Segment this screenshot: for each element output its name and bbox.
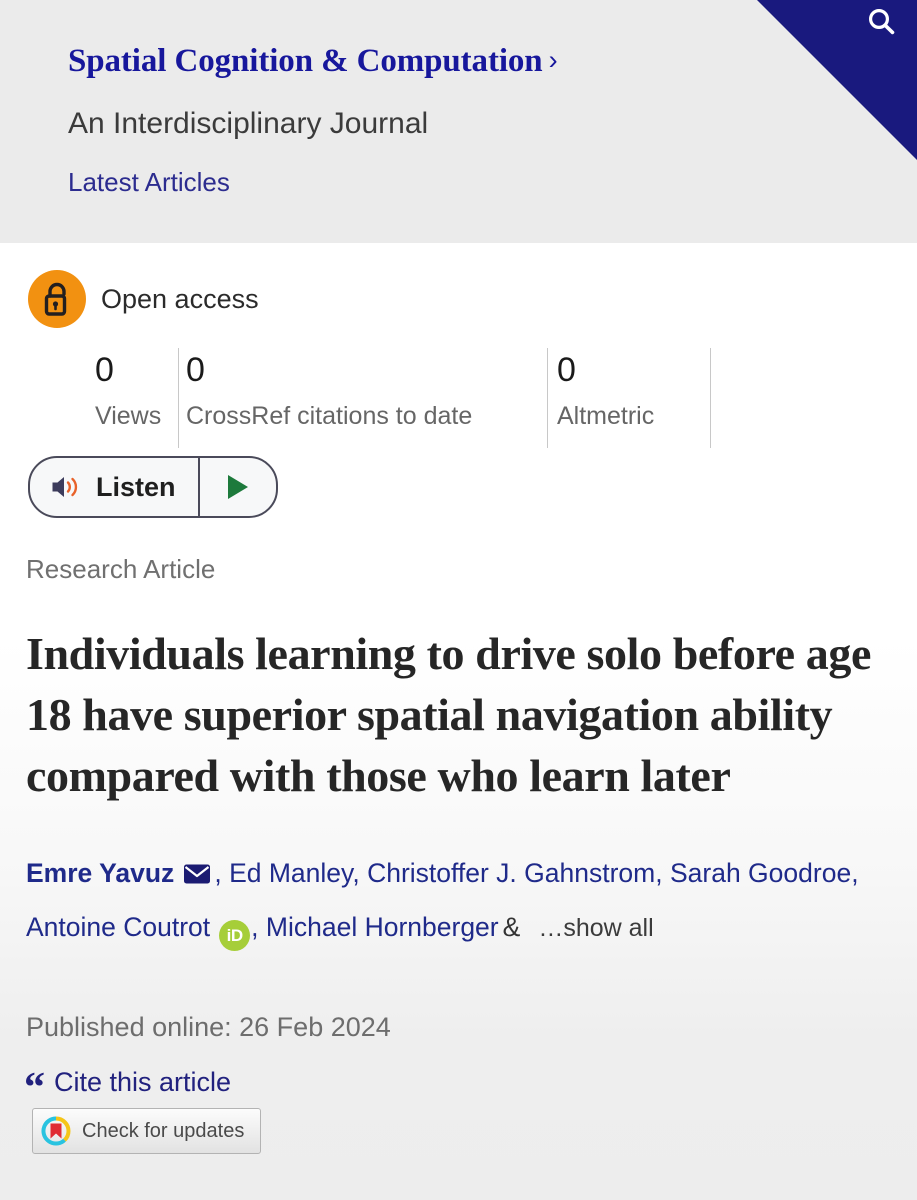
journal-title-link[interactable]: Spatial Cognition & Computation › bbox=[68, 41, 558, 82]
chevron-right-icon: › bbox=[548, 45, 558, 75]
open-access-row: Open access bbox=[28, 270, 259, 328]
journal-subtitle: An Interdisciplinary Journal bbox=[68, 107, 429, 140]
metric-value: 0 bbox=[186, 351, 205, 389]
author-link[interactable]: Sarah Goodroe bbox=[670, 858, 851, 888]
speaker-icon bbox=[52, 477, 78, 497]
metrics-divider bbox=[710, 348, 711, 448]
author-separator: , bbox=[214, 858, 222, 888]
author-link[interactable]: Antoine Coutrot bbox=[26, 912, 210, 942]
search-icon bbox=[869, 9, 895, 35]
author-separator: , bbox=[352, 858, 360, 888]
open-access-label: Open access bbox=[101, 284, 259, 314]
author-separator: , bbox=[851, 858, 859, 888]
author-separator: , bbox=[655, 858, 663, 888]
search-button[interactable] bbox=[757, 0, 917, 160]
author-link[interactable]: Christoffer J. Gahnstrom bbox=[367, 858, 655, 888]
article-type-label: Research Article bbox=[26, 554, 216, 584]
check-for-updates-button[interactable]: Check for updates bbox=[32, 1108, 262, 1154]
metric-value: 0 bbox=[95, 351, 114, 389]
quote-icon: “ bbox=[24, 1065, 45, 1111]
latest-articles-link[interactable]: Latest Articles bbox=[68, 164, 230, 200]
metric-views[interactable]: 0 Views bbox=[95, 348, 161, 448]
cite-label: Cite this article bbox=[54, 1067, 232, 1097]
journal-title-text: Spatial Cognition & Computation bbox=[68, 43, 543, 79]
show-all-authors-link[interactable]: …show all bbox=[538, 914, 653, 942]
author-link[interactable]: Michael Hornberger bbox=[266, 912, 499, 942]
article-landing-page: Spatial Cognition & Computation › An Inte… bbox=[0, 0, 917, 1200]
listen-button[interactable]: Listen bbox=[30, 458, 200, 516]
metric-value: 0 bbox=[557, 351, 576, 389]
journal-header: Spatial Cognition & Computation › An Inte… bbox=[0, 0, 917, 243]
cite-this-article-link[interactable]: “ Cite this article bbox=[24, 1064, 232, 1111]
author-separator: , bbox=[251, 912, 259, 942]
play-icon bbox=[227, 475, 248, 499]
metrics-divider bbox=[178, 348, 179, 448]
metric-altmetric[interactable]: 0 Altmetric bbox=[557, 348, 654, 448]
metrics-divider bbox=[547, 348, 548, 448]
listen-play-button[interactable] bbox=[200, 458, 276, 516]
listen-label: Listen bbox=[96, 472, 176, 502]
author-link[interactable]: Emre Yavuz bbox=[26, 858, 174, 888]
metric-label: Views bbox=[95, 402, 162, 430]
metric-label: Altmetric bbox=[557, 402, 655, 430]
author-ampersand: & bbox=[502, 912, 521, 942]
metric-label: CrossRef citations to date bbox=[186, 402, 473, 430]
author-list: Emre Yavuz, Ed Manley, Christoffer J. Ga… bbox=[26, 846, 906, 955]
open-access-icon bbox=[28, 270, 86, 328]
published-date: Published online: 26 Feb 2024 bbox=[26, 1012, 391, 1042]
check-for-updates-label: Check for updates bbox=[82, 1119, 245, 1142]
article-title: Individuals learning to drive solo befor… bbox=[26, 627, 871, 801]
metric-crossref-citations[interactable]: 0 CrossRef citations to date bbox=[186, 348, 472, 448]
orcid-icon[interactable]: iD bbox=[219, 920, 251, 951]
listen-widget[interactable]: Listen bbox=[28, 456, 278, 518]
crossmark-icon bbox=[41, 1116, 71, 1146]
email-icon[interactable] bbox=[183, 863, 211, 885]
author-link[interactable]: Ed Manley bbox=[229, 858, 352, 888]
metrics-bar: 0 Views 0 CrossRef citations to date 0 A… bbox=[0, 348, 917, 448]
